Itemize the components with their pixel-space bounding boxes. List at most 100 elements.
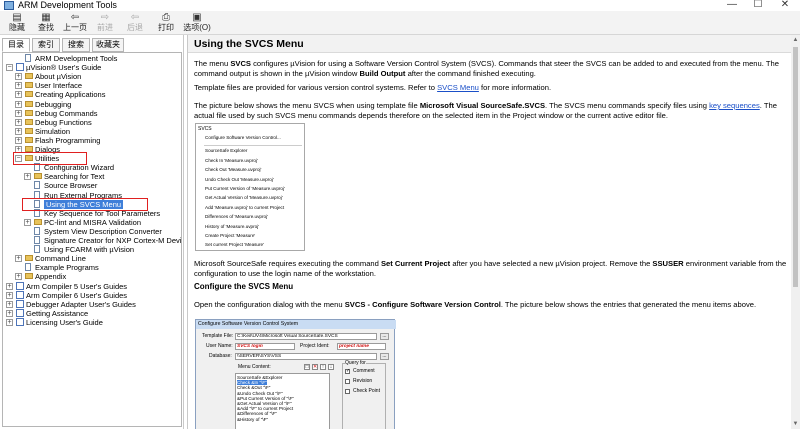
tree-item[interactable]: Signature Creator for NXP Cortex-M Devic… bbox=[3, 236, 181, 245]
options-icon: ▣ bbox=[192, 12, 202, 23]
expand-icon[interactable]: + bbox=[15, 127, 22, 135]
folder-icon bbox=[34, 173, 42, 180]
tree-item[interactable]: + Debugger Adapter User's Guides bbox=[3, 299, 181, 309]
expand-icon[interactable]: + bbox=[15, 73, 22, 81]
forward-button[interactable]: ⇨ 前进 bbox=[90, 12, 120, 34]
key-sequences-link[interactable]: key sequences bbox=[709, 101, 760, 110]
menu-content-item: &History of "\F" bbox=[237, 416, 269, 422]
tree-item[interactable]: − µVision® User's Guide bbox=[3, 63, 181, 72]
scroll-down-icon[interactable]: ▼ bbox=[792, 420, 799, 428]
tree-item[interactable]: + Flash Programming bbox=[3, 136, 181, 145]
collapse-icon[interactable]: − bbox=[6, 64, 13, 72]
tab-contents[interactable]: 目录(C) bbox=[2, 38, 30, 61]
page-title: Using the SVCS Menu bbox=[194, 38, 304, 50]
svcs-menu-item: Differences of 'Measure.uvproj' bbox=[205, 214, 268, 220]
tree-item-label: Getting Assistance bbox=[26, 308, 89, 318]
expand-icon[interactable]: + bbox=[15, 91, 22, 99]
scroll-up-icon[interactable]: ▲ bbox=[792, 36, 799, 44]
expand-icon[interactable]: + bbox=[15, 136, 22, 144]
tree-item[interactable]: System View Description Converter bbox=[3, 226, 181, 236]
book-icon bbox=[16, 299, 24, 308]
tree-item[interactable]: + Arm Compiler 6 User's Guides bbox=[3, 290, 181, 300]
hide-button[interactable]: ▤ 隐藏 bbox=[2, 12, 32, 34]
book-icon bbox=[16, 308, 24, 317]
svcs-menu-item: Check Out 'Measure.uvproj' bbox=[205, 167, 262, 173]
tree-item-label: Arm Compiler 5 User's Guides bbox=[26, 281, 128, 291]
expand-icon[interactable]: + bbox=[6, 309, 13, 317]
expand-icon[interactable]: + bbox=[15, 100, 22, 108]
tree-item[interactable]: + Debugging bbox=[3, 100, 181, 109]
tree-item-label: Debug Functions bbox=[35, 117, 92, 127]
dialog-title: Configure Software Version Control Syste… bbox=[196, 320, 396, 329]
tree-item[interactable]: + Arm Compiler 5 User's Guides bbox=[3, 281, 181, 291]
go-back-icon: ⇦ bbox=[130, 12, 140, 23]
minimize-button[interactable]: — bbox=[719, 0, 745, 11]
tree-item[interactable]: Using FCARM with µVision bbox=[3, 245, 181, 254]
svcs-menu-item: Check In 'Measure.uvproj' bbox=[205, 157, 258, 163]
page-icon bbox=[25, 263, 31, 272]
expand-icon[interactable]: + bbox=[15, 109, 22, 117]
tab-favorites[interactable]: 收藏夹(I) bbox=[92, 38, 124, 61]
tree-item-label: System View Description Converter bbox=[44, 226, 162, 236]
folder-icon bbox=[25, 82, 33, 89]
svcs-menu-item: SourceSafe Explorer bbox=[205, 148, 248, 154]
maximize-button[interactable]: ☐ bbox=[745, 0, 771, 11]
tree-item[interactable]: Source Browser bbox=[3, 181, 181, 190]
tree-item[interactable]: + Command Line bbox=[3, 254, 181, 263]
query-checkbox: ✓ bbox=[345, 368, 351, 374]
folder-icon bbox=[34, 218, 42, 225]
tree-item[interactable]: + PC-lint and MISRA Validation bbox=[3, 218, 181, 227]
content-scrollbar[interactable]: ▲ ▼ bbox=[791, 35, 800, 429]
expand-icon[interactable]: + bbox=[24, 218, 31, 226]
tree-item-label: Simulation bbox=[35, 126, 71, 136]
folder-icon bbox=[25, 146, 33, 152]
previous-page-button[interactable]: ⇦ 上一页 bbox=[60, 12, 90, 34]
print-button[interactable]: ⎙ 打印 bbox=[151, 12, 181, 34]
topic-content: Using the SVCS Menu The menu SVCS config… bbox=[187, 35, 800, 429]
expand-icon[interactable]: + bbox=[6, 300, 13, 308]
tree-item-label: Example Programs bbox=[35, 263, 99, 273]
expand-icon[interactable]: + bbox=[15, 82, 22, 90]
tree-item-label: Source Browser bbox=[44, 181, 98, 191]
tree-item-label: Signature Creator for NXP Cortex-M Devic… bbox=[44, 236, 182, 245]
tree-item[interactable]: + Creating Applications bbox=[3, 90, 181, 99]
close-button[interactable]: ✕ bbox=[772, 0, 798, 11]
tree-item-label: Debug Commands bbox=[35, 108, 98, 118]
scroll-thumb[interactable] bbox=[793, 47, 798, 287]
tree-item[interactable]: + Appendix bbox=[3, 272, 181, 281]
tree-item[interactable]: + Debug Functions bbox=[3, 118, 181, 127]
tree-item[interactable]: + Licensing User's Guide bbox=[3, 317, 181, 327]
expand-icon[interactable]: + bbox=[6, 282, 13, 290]
tree-item[interactable]: + Simulation bbox=[3, 127, 181, 136]
tree-item-label: Creating Applications bbox=[35, 90, 106, 100]
svcs-menu-header: SVCS bbox=[198, 126, 212, 132]
find-button[interactable]: ▦ 查找 bbox=[31, 12, 61, 34]
database-field: \\SERVER\SYS\VSS bbox=[235, 353, 377, 360]
expand-icon[interactable]: + bbox=[15, 273, 22, 281]
tree-item[interactable]: ARM Development Tools bbox=[3, 54, 181, 63]
tree-item[interactable]: + Debug Commands bbox=[3, 109, 181, 118]
expand-icon[interactable]: + bbox=[6, 291, 13, 299]
tab-index[interactable]: 索引(N) bbox=[32, 38, 60, 61]
expand-icon[interactable]: + bbox=[6, 318, 13, 326]
query-checkbox bbox=[345, 379, 350, 384]
folder-icon bbox=[25, 136, 33, 143]
title-bar: ARM Development Tools — ☐ ✕ bbox=[0, 0, 800, 11]
tree-item[interactable]: + Searching for Text bbox=[3, 172, 181, 181]
expand-icon[interactable]: + bbox=[15, 255, 22, 263]
move-down-icon: ↓ bbox=[328, 364, 334, 370]
options-button[interactable]: ▣ 选项(O) bbox=[180, 12, 214, 34]
go-back-button[interactable]: ⇦ 后退 bbox=[120, 12, 150, 34]
svcs-menu-link[interactable]: SVCS Menu bbox=[437, 83, 479, 92]
svcs-menu-item: Undo Check Out 'Measure.uvproj' bbox=[205, 176, 274, 182]
tree-item[interactable]: Example Programs bbox=[3, 263, 181, 272]
expand-icon[interactable]: + bbox=[15, 118, 22, 126]
tree-item[interactable]: + About µVision bbox=[3, 72, 181, 81]
tab-search[interactable]: 搜索(S) bbox=[62, 38, 90, 61]
folder-icon bbox=[25, 109, 33, 116]
template-file-field: C:\Keil\UV4\Microsoft Visual SourceSafe.… bbox=[235, 333, 377, 340]
tree-item[interactable]: + Getting Assistance bbox=[3, 308, 181, 318]
tree-item[interactable]: + User Interface bbox=[3, 81, 181, 90]
expand-icon[interactable]: + bbox=[24, 173, 31, 181]
query-for-group: Query for ✓ Comment Revision Check Point bbox=[342, 360, 386, 429]
